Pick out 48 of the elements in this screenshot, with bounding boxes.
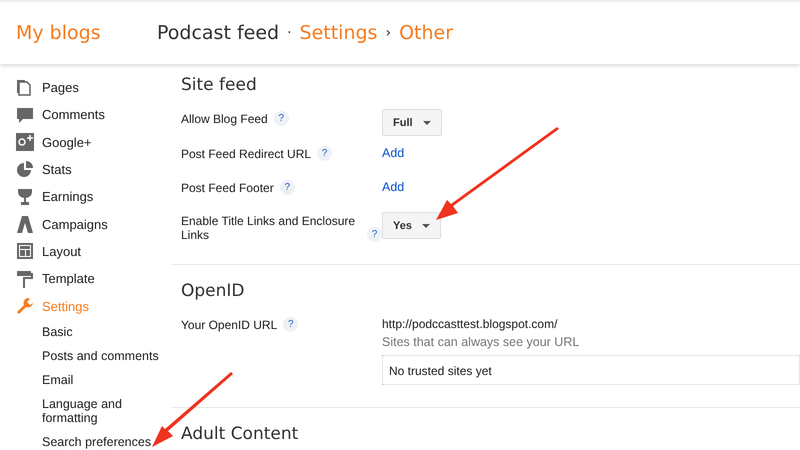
trophy-icon xyxy=(16,188,34,206)
caret-icon xyxy=(422,224,430,228)
section-title: Adult Content xyxy=(181,423,300,444)
pie-chart-icon xyxy=(16,160,34,179)
sidebar-item[interactable]: Stats xyxy=(42,162,72,178)
sidebar-item[interactable]: Google+ xyxy=(42,134,92,150)
section-title: OpenID xyxy=(181,280,246,301)
setting-label: Enable Title Links and Enclosure Links xyxy=(181,214,356,242)
breadcrumb-current: Other xyxy=(399,22,454,44)
dropdown-button[interactable]: Yes xyxy=(382,212,441,239)
sidebar-subitem[interactable]: Language and formatting xyxy=(0,392,162,430)
layout-icon xyxy=(16,242,34,260)
section-title: Site feed xyxy=(181,74,258,95)
sidebar-item[interactable]: Comments xyxy=(42,107,105,122)
sidebar-subitem[interactable]: Basic xyxy=(0,320,162,344)
sidebar-item[interactable]: Campaigns xyxy=(42,216,108,232)
breadcrumb-separator: · xyxy=(287,25,292,41)
setting-label: Allow Blog Feed xyxy=(181,112,268,126)
setting-label: Your OpenID URL xyxy=(181,318,278,332)
empty-list-text: No trusted sites yet xyxy=(389,364,492,378)
sidebar-item[interactable]: Pages xyxy=(42,80,79,96)
setting-label: Post Feed Redirect URL xyxy=(181,147,312,161)
speech-bubble-icon xyxy=(16,106,34,124)
dropdown-button[interactable]: Full xyxy=(382,109,442,136)
wrench-icon xyxy=(16,297,34,316)
setting-label: Post Feed Footer xyxy=(181,181,274,195)
help-button[interactable]: ? xyxy=(367,227,382,242)
breadcrumb-separator: › xyxy=(385,25,392,41)
help-button[interactable]: ? xyxy=(274,111,289,126)
paint-roller-icon xyxy=(16,270,34,288)
sidebar-item[interactable]: Template xyxy=(42,271,95,286)
sidebar-item[interactable]: Layout xyxy=(42,244,82,259)
add-link[interactable]: Add xyxy=(382,144,404,160)
add-link[interactable]: Add xyxy=(382,178,404,194)
blog-title: Podcast feed xyxy=(157,22,280,44)
pages-icon xyxy=(16,78,34,97)
openid-url: http://podccasttest.blogspot.com/ xyxy=(382,316,558,331)
sidebar-subitem[interactable]: Search preferences xyxy=(0,430,162,450)
google-plus-icon xyxy=(16,133,34,152)
hint-text: Sites that can always see your URL xyxy=(382,335,580,349)
campaigns-icon xyxy=(16,215,34,234)
help-button[interactable]: ? xyxy=(317,146,332,161)
sidebar-subitem[interactable]: Email xyxy=(0,368,162,392)
help-button[interactable]: ? xyxy=(280,180,295,195)
help-button[interactable]: ? xyxy=(283,317,298,332)
sidebar-item[interactable]: Earnings xyxy=(42,189,94,204)
caret-icon xyxy=(422,120,431,124)
sidebar-subitem[interactable]: Posts and comments xyxy=(0,344,162,368)
